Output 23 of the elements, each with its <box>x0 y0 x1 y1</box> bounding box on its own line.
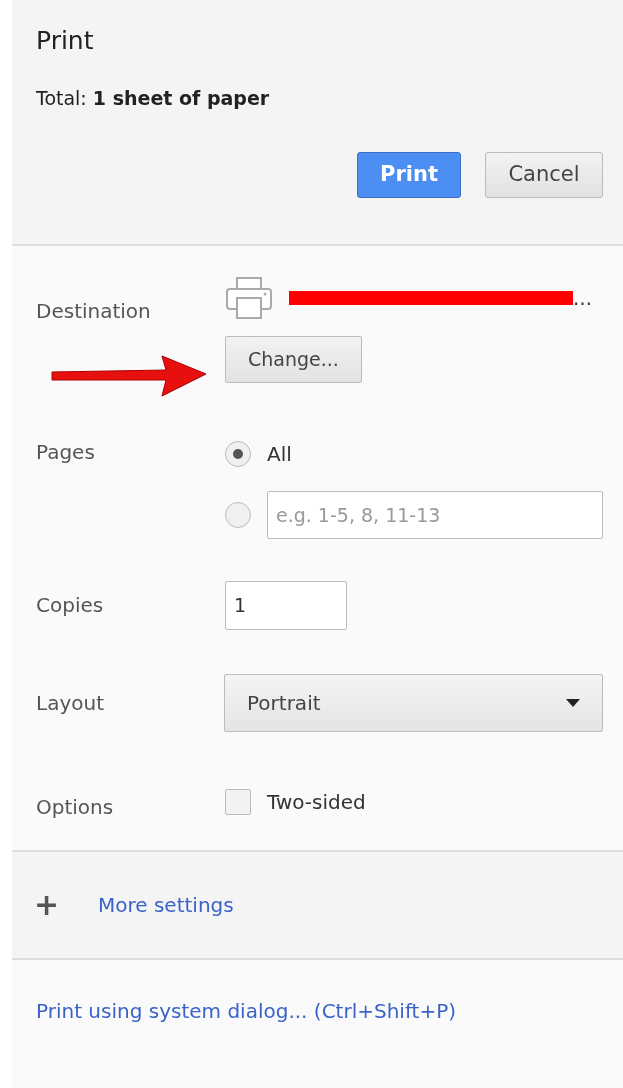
radio-button[interactable] <box>225 501 251 528</box>
option-label: Two-sided <box>267 788 366 816</box>
setting-label: Layout <box>36 689 105 717</box>
printer-name: … <box>573 285 592 311</box>
setting-label: Copies <box>36 592 105 620</box>
layout-dropdown[interactable]: Portrait <box>224 673 603 732</box>
system-dialog-link[interactable]: Print using system dialog... (Ctrl+Shift+P) <box>36 998 457 1023</box>
setting-label: Destination <box>36 298 152 325</box>
page-range-field[interactable]: e.g. 1-5, 8, 11-13 <box>267 490 603 539</box>
caret-icon <box>566 698 580 707</box>
setting-label: Pages <box>36 438 96 466</box>
copies-field[interactable]: 1 <box>225 581 347 630</box>
more-settings-link[interactable]: More settings <box>98 889 234 920</box>
plus-icon[interactable]: + <box>34 882 98 927</box>
change-button[interactable]: Change... <box>225 336 362 383</box>
total-text: Total: 1 sheet of paper <box>36 85 271 111</box>
printer-icon <box>225 276 273 320</box>
option-label: All <box>267 440 292 468</box>
dialog-title: Print <box>36 25 95 57</box>
radio-button[interactable] <box>225 440 251 467</box>
setting-label: Options <box>36 793 115 821</box>
cancel-button[interactable]: Cancel <box>485 152 603 198</box>
checkbox[interactable] <box>225 788 251 815</box>
